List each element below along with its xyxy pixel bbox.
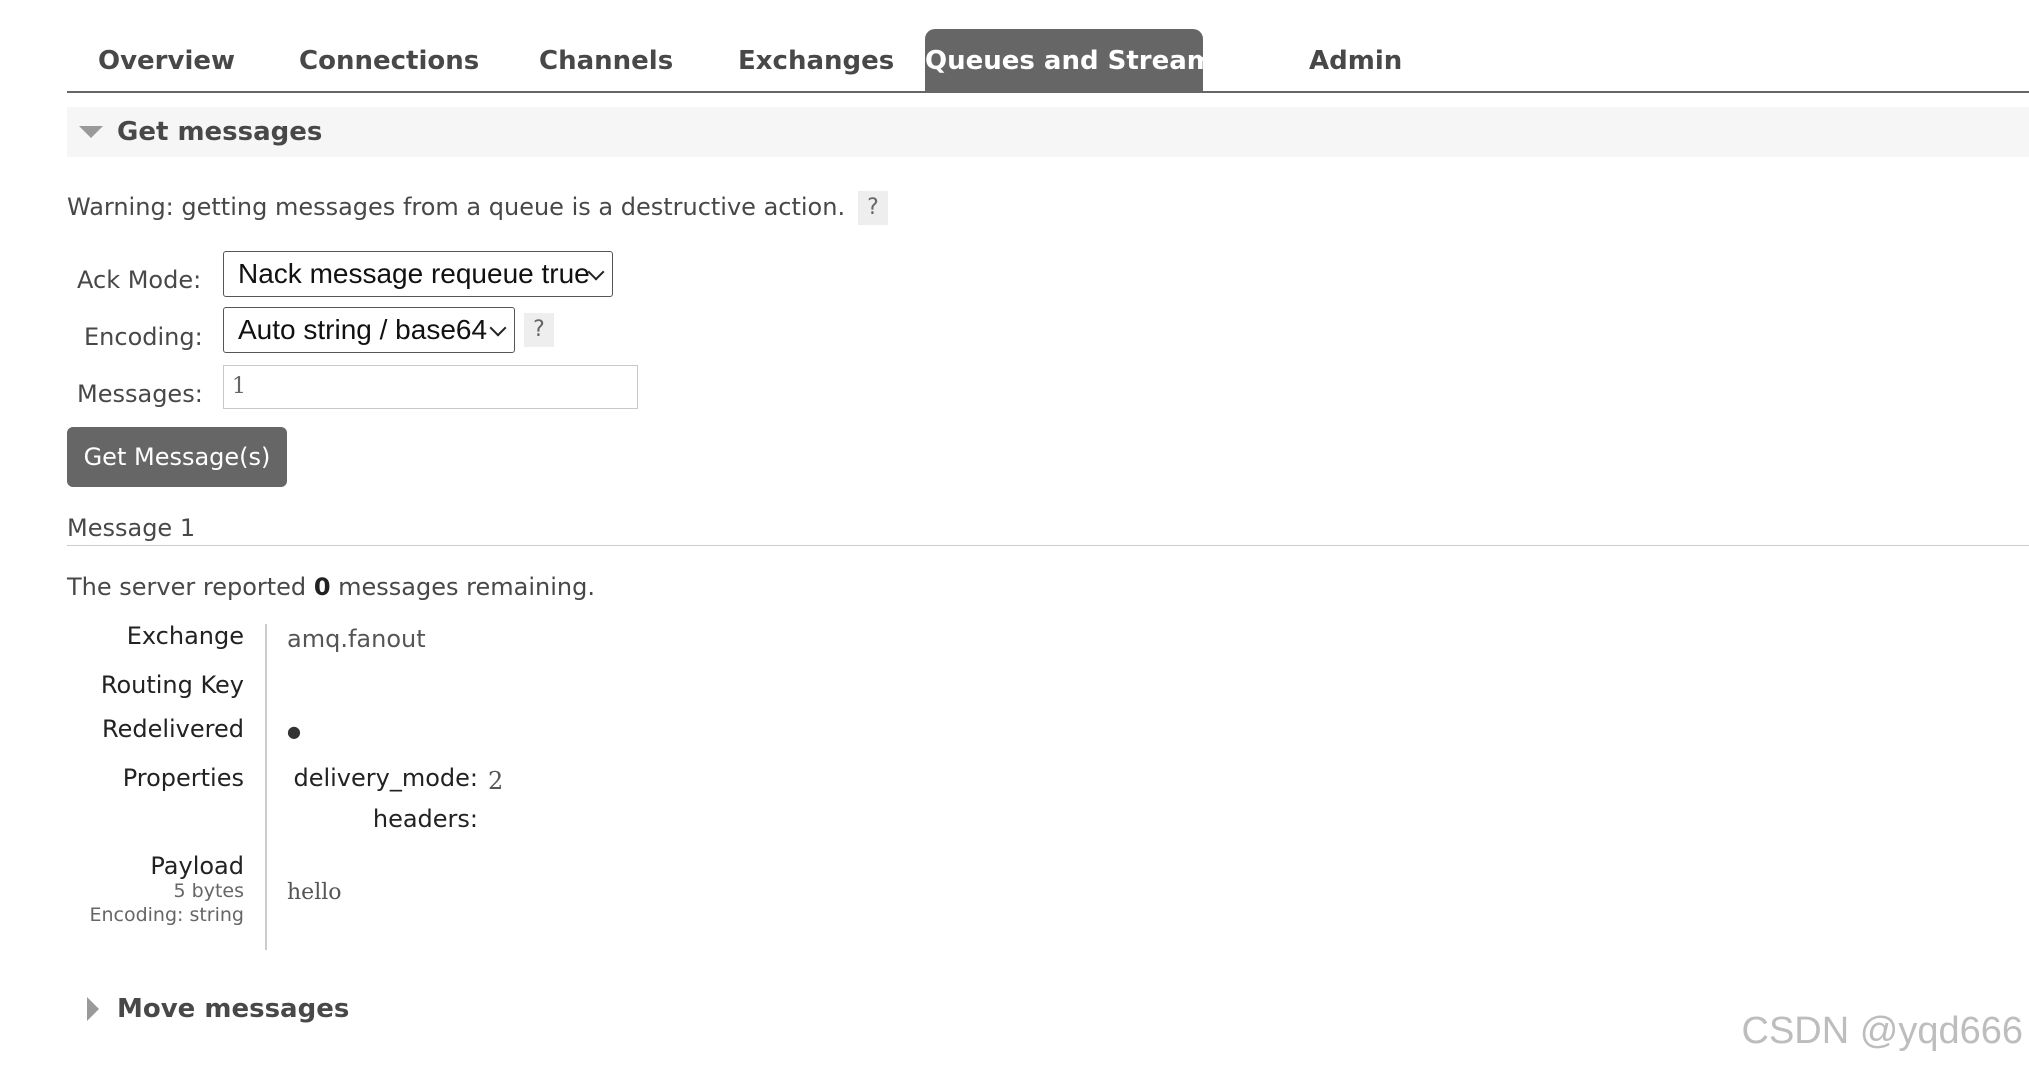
encoding-select[interactable]: Auto string / base64: [223, 307, 515, 353]
payload-value: hello: [287, 880, 342, 905]
remaining-count: 0: [313, 573, 331, 601]
payload-label: Payload: [150, 852, 244, 880]
encoding-label: Encoding:: [84, 323, 203, 351]
encoding-selected-value: Auto string / base64: [238, 314, 488, 345]
message-divider: [67, 545, 2029, 546]
message-heading: Message 1: [67, 514, 196, 542]
collapse-triangle-icon: [79, 126, 103, 138]
delivery-mode-label: delivery_mode:: [293, 764, 478, 792]
get-messages-section-header[interactable]: Get messages: [67, 107, 2029, 157]
delivery-mode-value: 2: [488, 767, 504, 795]
messages-count-input[interactable]: 1: [223, 365, 638, 409]
messages-count-label: Messages:: [77, 380, 203, 408]
encoding-help-button[interactable]: ?: [524, 313, 554, 347]
ack-mode-selected-value: Nack message requeue true: [238, 258, 590, 289]
redelivered-label: Redelivered: [101, 715, 244, 743]
get-messages-title: Get messages: [117, 117, 323, 147]
report-prefix: The server reported: [67, 573, 307, 601]
expand-triangle-icon: [87, 997, 99, 1021]
payload-size: 5 bytes: [173, 880, 244, 902]
tab-overview[interactable]: Overview: [98, 29, 235, 91]
tab-channels[interactable]: Channels: [539, 29, 673, 91]
remaining-report: The server reported 0 messages remaining…: [67, 573, 595, 601]
exchange-value: amq.fanout: [287, 625, 426, 653]
redelivered-indicator: ●: [287, 722, 301, 741]
chevron-down-icon: [489, 319, 507, 337]
move-messages-section-header[interactable]: Move messages: [67, 994, 467, 1038]
get-messages-button[interactable]: Get Message(s): [67, 427, 287, 487]
report-suffix: messages remaining.: [338, 573, 595, 601]
routing-key-label: Routing Key: [100, 671, 244, 699]
exchange-label: Exchange: [126, 622, 244, 650]
watermark: CSDN @yqd666: [1741, 1010, 2023, 1052]
tab-admin[interactable]: Admin: [1309, 29, 1402, 91]
warning-help-button[interactable]: ?: [858, 191, 888, 225]
details-column-divider: [265, 624, 267, 950]
payload-encoding: Encoding: string: [89, 904, 244, 926]
ack-mode-select[interactable]: Nack message requeue true: [223, 251, 613, 297]
properties-label: Properties: [122, 764, 244, 792]
chevron-down-icon: [587, 263, 605, 281]
ack-mode-label: Ack Mode:: [77, 266, 202, 294]
tab-exchanges[interactable]: Exchanges: [738, 29, 894, 91]
headers-label: headers:: [372, 805, 478, 833]
tab-queues-and-streams[interactable]: Queues and Streams: [925, 29, 1229, 91]
move-messages-title: Move messages: [117, 994, 350, 1024]
tab-connections[interactable]: Connections: [299, 29, 479, 91]
destructive-warning: Warning: getting messages from a queue i…: [67, 193, 846, 221]
main-nav-tabs: Overview Connections Channels Exchanges …: [67, 29, 2029, 93]
